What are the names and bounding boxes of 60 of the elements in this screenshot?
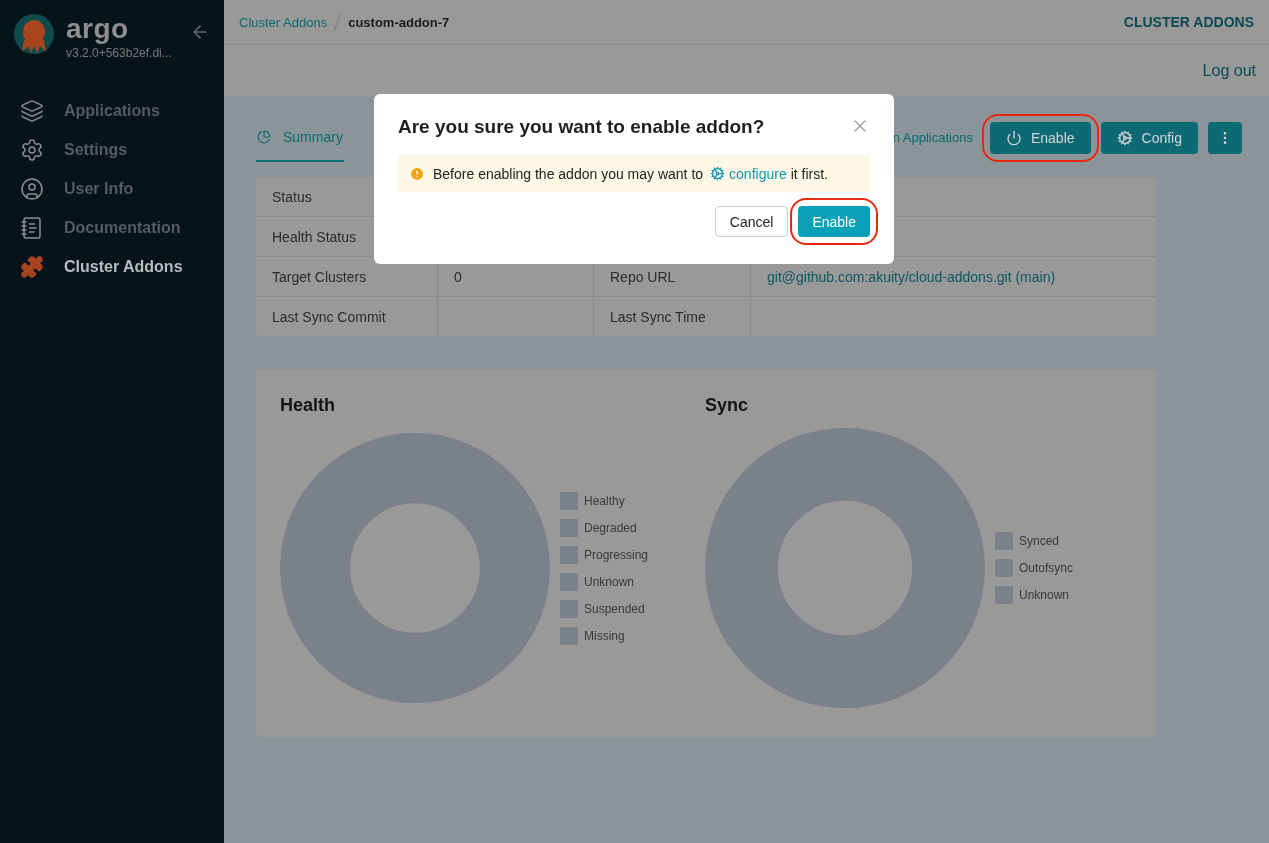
brand-name: argo bbox=[66, 14, 130, 44]
field-label: Repo URL bbox=[610, 268, 676, 285]
legend-swatch bbox=[995, 559, 1013, 577]
warning-message: Before enabling the addon you may want to configure it first. bbox=[433, 165, 828, 182]
chart-title: Health bbox=[280, 395, 336, 417]
cancel-button[interactable]: Cancel bbox=[714, 206, 789, 237]
layers-icon bbox=[20, 99, 44, 123]
config-button[interactable]: Config bbox=[1100, 122, 1198, 154]
legend-swatch bbox=[560, 572, 578, 591]
power-icon bbox=[1005, 130, 1022, 146]
sidebar-item[interactable]: Applications bbox=[64, 102, 160, 120]
enable-button[interactable]: Enable bbox=[798, 206, 870, 237]
legend-label: Outofsync bbox=[1019, 561, 1074, 575]
configure-link[interactable]: configure bbox=[729, 165, 787, 182]
breadcrumb-link[interactable]: Cluster Addons bbox=[239, 14, 328, 30]
legend-swatch bbox=[560, 626, 578, 645]
legend-swatch bbox=[560, 491, 578, 510]
legend-label: Degraded bbox=[584, 520, 637, 535]
user-icon bbox=[20, 177, 44, 201]
legend-label: Progressing bbox=[584, 547, 649, 562]
breadcrumb-current: custom-addon-7 bbox=[348, 14, 450, 30]
legend-label: Suspended bbox=[584, 601, 645, 616]
field-label: Status bbox=[272, 188, 312, 205]
sidebar-item[interactable]: Cluster Addons bbox=[64, 258, 183, 276]
logo-icon bbox=[14, 14, 54, 54]
dialog-title: Are you sure you want to enable addon? bbox=[398, 116, 765, 138]
sidebar-item[interactable]: Settings bbox=[64, 141, 128, 159]
legend-label: Unknown bbox=[584, 574, 635, 589]
legend-swatch bbox=[995, 586, 1013, 604]
page-title: CLUSTER ADDONS bbox=[1123, 14, 1254, 30]
field-label: Last Sync Time bbox=[610, 308, 706, 325]
enable-button[interactable]: Enable bbox=[989, 122, 1091, 154]
logout-link[interactable]: Log out bbox=[1202, 61, 1256, 80]
field-label: Health Status bbox=[272, 228, 357, 245]
legend-swatch bbox=[560, 545, 578, 564]
pie-icon bbox=[257, 130, 271, 144]
field-value: 0 bbox=[454, 268, 462, 285]
tab[interactable]: n Applications bbox=[891, 114, 974, 162]
legend-swatch bbox=[560, 599, 578, 618]
legend-swatch bbox=[995, 532, 1013, 550]
summary-tab[interactable]: Summary bbox=[256, 114, 344, 162]
legend-label: Missing bbox=[584, 628, 625, 643]
gears-icon bbox=[710, 166, 726, 181]
chart-title: Sync bbox=[705, 395, 750, 417]
legend-label: Unknown bbox=[1019, 588, 1070, 602]
warning-icon bbox=[409, 165, 425, 182]
puzzle-icon bbox=[20, 255, 44, 279]
gear-icon bbox=[20, 138, 44, 162]
more-button[interactable] bbox=[1208, 122, 1242, 154]
repo-link[interactable]: git@github.com:akuity/cloud-addons.git (main) bbox=[767, 268, 1056, 285]
version-label: v3.2.0+563b2ef.di... bbox=[66, 46, 173, 60]
legend-label: Synced bbox=[1019, 534, 1060, 548]
legend-label: Healthy bbox=[584, 493, 625, 508]
sidebar-item[interactable]: User Info bbox=[64, 180, 134, 198]
field-label: Last Sync Commit bbox=[272, 308, 386, 325]
legend-swatch bbox=[560, 518, 578, 537]
gears-icon bbox=[1116, 130, 1133, 146]
field-label: Target Clusters bbox=[272, 268, 367, 285]
sidebar-item[interactable]: Documentation bbox=[64, 219, 181, 237]
book-icon bbox=[20, 216, 44, 240]
